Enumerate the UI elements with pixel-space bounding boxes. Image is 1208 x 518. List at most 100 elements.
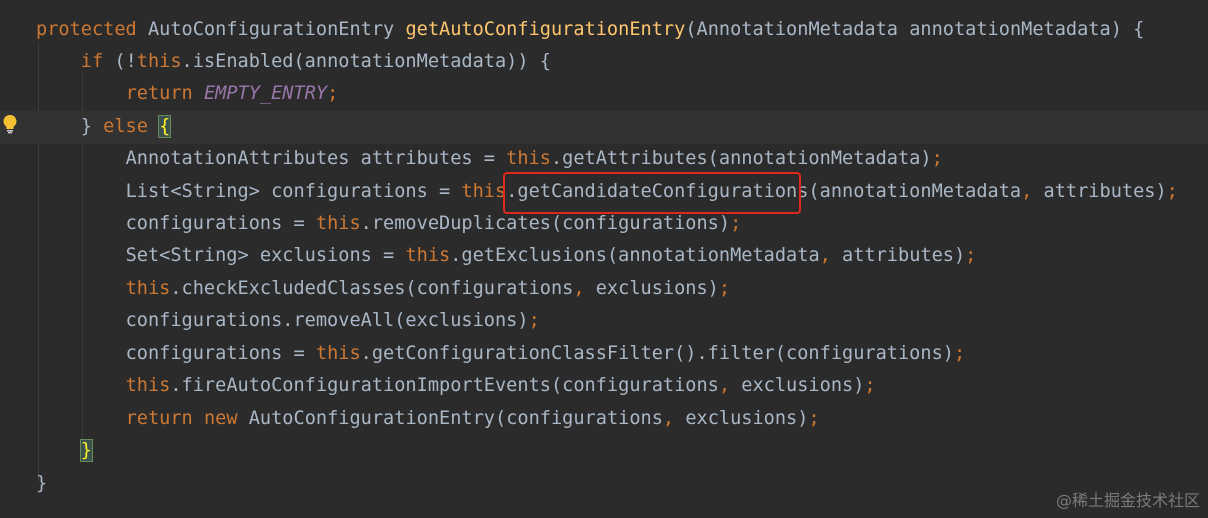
code-token: exclusions) — [595, 278, 719, 299]
method-name-token: getAutoConfigurationEntry — [405, 19, 686, 40]
code-token: ; — [953, 343, 966, 364]
code-token: } — [80, 116, 104, 137]
code-text: configurations.removeAll(exclusions); — [36, 305, 540, 338]
code-line[interactable]: } — [0, 468, 1208, 501]
code-text: } — [36, 435, 94, 468]
code-line[interactable]: Set<String> exclusions = this.getExclusi… — [0, 240, 1208, 273]
code-token: AutoConfigurationEntry — [147, 19, 406, 40]
code-token: .getAttributes(annotationMetadata) — [550, 148, 932, 169]
code-text: AnnotationAttributes attributes = this.g… — [36, 143, 943, 176]
code-text: this.fireAutoConfigurationImportEvents(c… — [36, 370, 876, 403]
code-text: } — [36, 468, 47, 501]
code-line[interactable]: return new AutoConfigurationEntry(config… — [0, 403, 1208, 436]
code-token: configurations = — [125, 343, 316, 364]
code-token: (AnnotationMetadata annotationMetadata) … — [685, 19, 1145, 40]
code-token: ; — [730, 213, 742, 234]
code-line[interactable]: if (!this.isEnabled(annotationMetadata))… — [0, 46, 1208, 79]
code-token: .isEnabled(annotationMetadata)) { — [181, 51, 551, 72]
keyword-token: this — [461, 181, 507, 202]
code-token: exclusions) — [741, 375, 865, 396]
code-token: .getConfigurationClassFilter().filter(co… — [360, 343, 954, 364]
code-token: AnnotationAttributes attributes = — [125, 148, 507, 169]
code-token: , — [1021, 181, 1044, 202]
keyword-token: protected — [36, 19, 148, 40]
constant-token: EMPTY_ENTRY — [203, 83, 328, 104]
keyword-token: if — [80, 51, 115, 72]
code-token: } — [36, 473, 48, 494]
code-token: ; — [528, 310, 540, 331]
code-line[interactable]: protected AutoConfigurationEntry getAuto… — [0, 14, 1208, 47]
code-token: .checkExcludedClasses(configurations — [170, 278, 574, 299]
keyword-token: this — [125, 278, 171, 299]
code-line[interactable]: this.checkExcludedClasses(configurations… — [0, 273, 1208, 306]
code-token: .fireAutoConfigurationImportEvents(confi… — [170, 375, 719, 396]
matched-brace: } — [79, 439, 94, 462]
code-token: ; — [1166, 181, 1178, 202]
code-text: this.checkExcludedClasses(configurations… — [36, 273, 731, 306]
keyword-token: this — [315, 213, 361, 234]
keyword-token: return — [125, 83, 204, 104]
code-line[interactable]: configurations.removeAll(exclusions); — [0, 305, 1208, 338]
code-text: protected AutoConfigurationEntry getAuto… — [36, 14, 1144, 47]
code-token: , — [662, 408, 686, 429]
code-token: attributes) — [842, 245, 966, 266]
code-text: Set<String> exclusions = this.getExclusi… — [36, 240, 977, 273]
lightbulb-icon[interactable] — [2, 114, 18, 134]
keyword-token: return — [125, 408, 204, 429]
code-token: ; — [965, 245, 977, 266]
keyword-token: else — [103, 116, 160, 137]
keyword-token: new — [203, 408, 249, 429]
watermark: @稀土掘金技术社区 — [1055, 491, 1200, 510]
code-token: configurations.removeAll(exclusions) — [125, 310, 529, 331]
keyword-token: this — [125, 375, 171, 396]
code-token: .removeDuplicates(configurations) — [360, 213, 731, 234]
keyword-token: this — [315, 343, 361, 364]
code-text: configurations = this.getConfigurationCl… — [36, 338, 966, 371]
annotation-highlight-box — [503, 172, 801, 214]
code-token: ; — [808, 408, 820, 429]
code-token: configurations = — [125, 213, 316, 234]
code-token: List<String> configurations = — [125, 181, 462, 202]
code-text: if (!this.isEnabled(annotationMetadata))… — [36, 46, 551, 79]
code-token: ; — [718, 278, 731, 299]
code-token: ; — [864, 375, 876, 396]
code-token: Set<String> exclusions = — [125, 245, 406, 266]
code-token: attributes) — [1043, 181, 1167, 202]
code-line[interactable]: configurations = this.getConfigurationCl… — [0, 338, 1208, 371]
code-token: , — [819, 245, 843, 266]
code-token: , — [718, 375, 742, 396]
code-text: } else { — [36, 111, 172, 144]
code-token: ; — [931, 148, 943, 169]
code-line[interactable]: AnnotationAttributes attributes = this.g… — [0, 143, 1208, 176]
code-editor[interactable]: protected AutoConfigurationEntry getAuto… — [0, 0, 1208, 518]
matched-brace: { — [158, 115, 172, 138]
code-text: return new AutoConfigurationEntry(config… — [36, 403, 820, 436]
code-token: AutoConfigurationEntry(configurations — [248, 408, 663, 429]
keyword-token: this — [136, 51, 182, 72]
keyword-token: this — [405, 245, 451, 266]
code-text: return EMPTY_ENTRY; — [36, 78, 339, 111]
code-line[interactable]: } — [0, 435, 1208, 468]
code-token: .getExclusions(annotationMetadata — [450, 245, 820, 266]
code-token: exclusions) — [685, 408, 809, 429]
keyword-token: this — [506, 148, 551, 169]
code-token: (! — [114, 51, 137, 72]
code-token: , — [573, 278, 596, 299]
code-line[interactable]: } else { — [0, 111, 1208, 144]
code-token: ; — [327, 83, 339, 104]
code-line[interactable]: this.fireAutoConfigurationImportEvents(c… — [0, 370, 1208, 403]
code-line[interactable]: return EMPTY_ENTRY; — [0, 78, 1208, 111]
